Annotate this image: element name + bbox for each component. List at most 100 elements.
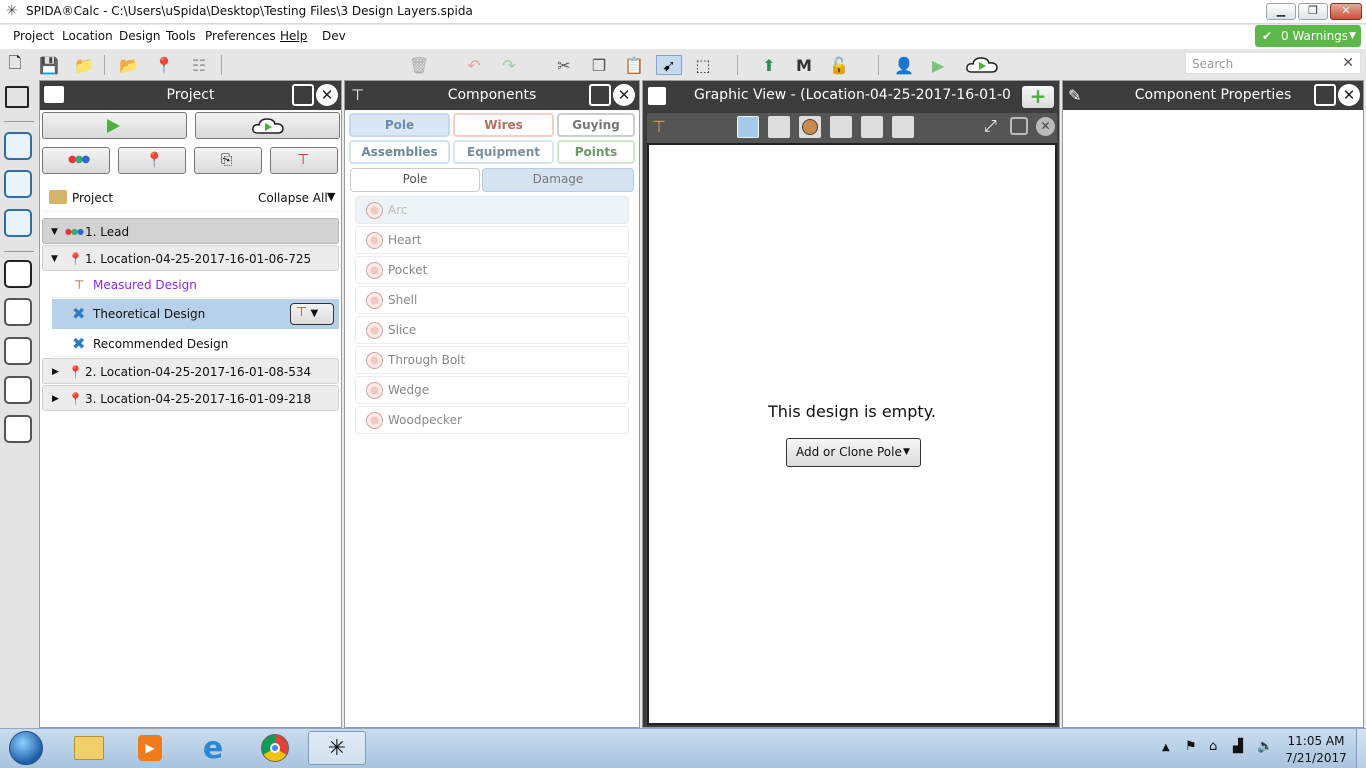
menu-location[interactable]: Location bbox=[62, 29, 113, 43]
new-file-icon[interactable]: 🗋 bbox=[4, 53, 26, 75]
subtab-pole[interactable]: Pole bbox=[350, 168, 480, 192]
warnings-button[interactable]: ✔ 0 Warnings ▼ bbox=[1255, 25, 1361, 47]
subtab-damage[interactable]: Damage bbox=[482, 168, 634, 192]
restore-button[interactable]: ❐ bbox=[1298, 3, 1328, 20]
crop-select-icon[interactable]: ⬚ bbox=[692, 55, 714, 75]
show-hidden-icons[interactable]: ▲ bbox=[1162, 742, 1170, 753]
tab-equipment[interactable]: Equipment bbox=[453, 140, 554, 164]
popout-icon[interactable] bbox=[292, 84, 314, 106]
tab-assemblies[interactable]: Assemblies bbox=[349, 140, 450, 164]
menu-preferences[interactable]: Preferences bbox=[205, 29, 276, 43]
expand-triangle-right-icon[interactable]: ▶ bbox=[52, 386, 59, 412]
graphic-canvas[interactable]: This design is empty. Add or Clone Pole … bbox=[647, 143, 1057, 725]
project-view-icon[interactable] bbox=[4, 132, 32, 160]
popout-icon[interactable] bbox=[1010, 117, 1028, 135]
add-location-icon[interactable]: 📍 bbox=[153, 55, 175, 75]
save-icon[interactable]: 💾 bbox=[38, 55, 60, 75]
design-layer-dropdown[interactable]: ⊤ ▼ bbox=[290, 303, 334, 325]
search-input[interactable]: Search bbox=[1192, 57, 1233, 71]
volume-icon[interactable]: 🔈 bbox=[1257, 739, 1273, 754]
undo-icon[interactable]: ↶ bbox=[463, 55, 485, 75]
add-lead-button[interactable]: ●●● bbox=[42, 147, 110, 174]
menu-help[interactable]: Help bbox=[280, 29, 307, 43]
tab-guying[interactable]: Guying bbox=[557, 113, 635, 137]
menu-dev[interactable]: Dev bbox=[322, 29, 346, 43]
clock-time[interactable]: 11:05 AM bbox=[1284, 734, 1348, 748]
location-row[interactable]: ▶ 📍 3. Location-04-25-2017-16-01-09-218 bbox=[42, 385, 339, 411]
damage-item-pocket[interactable]: Pocket bbox=[355, 256, 629, 284]
close-panel-icon[interactable]: ✕ bbox=[316, 84, 338, 106]
popout-icon[interactable] bbox=[1314, 84, 1336, 106]
delete-pole-button[interactable]: ⊤ bbox=[270, 147, 338, 174]
design-row-theoretical[interactable]: ✖ Theoretical Design ⊤ ▼ bbox=[52, 299, 339, 329]
popout-icon[interactable] bbox=[589, 84, 611, 106]
top-view-toggle-icon[interactable] bbox=[799, 116, 821, 138]
import-button[interactable]: ⎘ bbox=[194, 147, 262, 174]
damage-item-arc[interactable]: Arc bbox=[355, 196, 629, 224]
tab-wires[interactable]: Wires bbox=[453, 113, 554, 137]
3d-view-toggle-icon[interactable] bbox=[768, 116, 790, 138]
damage-item-slice[interactable]: Slice bbox=[355, 316, 629, 344]
location-row[interactable]: ▼ 📍 1. Location-04-25-2017-16-01-06-725 bbox=[42, 245, 339, 271]
paste-icon[interactable]: 📋 bbox=[623, 55, 645, 75]
spidacalc-taskbar-icon[interactable]: ✳ bbox=[308, 731, 366, 765]
flag-icon[interactable]: ⚑ bbox=[1185, 739, 1197, 754]
add-or-clone-pole-button[interactable]: Add or Clone Pole ▼ bbox=[786, 438, 921, 467]
report-view-toggle-icon[interactable] bbox=[892, 116, 914, 138]
add-location-button[interactable]: 📍 bbox=[118, 147, 186, 174]
menu-project[interactable]: Project bbox=[13, 29, 54, 43]
close-panel-icon[interactable]: ✕ bbox=[1338, 84, 1360, 106]
damage-item-woodpecker[interactable]: Woodpecker bbox=[355, 406, 629, 434]
file-explorer-icon[interactable] bbox=[69, 731, 109, 765]
close-button[interactable]: ✕ bbox=[1330, 3, 1362, 20]
redo-icon[interactable]: ↷ bbox=[498, 55, 520, 75]
design-row-recommended[interactable]: ✖ Recommended Design bbox=[52, 331, 339, 357]
edit-view-icon[interactable] bbox=[4, 209, 32, 237]
run-button[interactable] bbox=[42, 112, 187, 139]
copy-icon[interactable]: ❐ bbox=[588, 55, 610, 75]
photo-view-toggle-icon[interactable] bbox=[861, 116, 883, 138]
close-panel-icon[interactable]: ✕ bbox=[613, 84, 635, 106]
open-folder-icon[interactable]: 📁 bbox=[73, 55, 95, 75]
clock-date[interactable]: 7/21/2017 bbox=[1284, 751, 1348, 765]
user-network-icon[interactable]: 👤 bbox=[893, 55, 915, 75]
menu-tools[interactable]: Tools bbox=[166, 29, 196, 43]
internet-explorer-icon[interactable]: e bbox=[193, 731, 233, 766]
damage-item-through-bolt[interactable]: Through Bolt bbox=[355, 346, 629, 374]
cloud-run-icon[interactable] bbox=[965, 55, 999, 75]
expand-triangle-icon[interactable]: ▼ bbox=[51, 219, 58, 245]
damage-item-shell[interactable]: Shell bbox=[355, 286, 629, 314]
menu-design[interactable]: Design bbox=[119, 29, 160, 43]
media-player-icon[interactable]: ▶ bbox=[130, 731, 170, 765]
damage-item-heart[interactable]: Heart bbox=[355, 226, 629, 254]
notes-edit-icon[interactable] bbox=[4, 415, 32, 443]
collapse-all-button[interactable]: Collapse All bbox=[258, 191, 328, 205]
cut-icon[interactable]: ✂ bbox=[553, 55, 575, 75]
location-row[interactable]: ▶ 📍 2. Location-04-25-2017-16-01-08-534 bbox=[42, 358, 339, 384]
run-analysis-icon[interactable]: ▶ bbox=[927, 55, 949, 75]
add-pole-icon[interactable]: ☷ bbox=[188, 55, 210, 75]
tab-points[interactable]: Points bbox=[557, 140, 635, 164]
components-view-icon[interactable] bbox=[4, 170, 32, 198]
network-signal-icon[interactable]: ▟ bbox=[1233, 739, 1243, 754]
chrome-icon[interactable] bbox=[255, 731, 295, 765]
select-tool-icon[interactable]: ➹ bbox=[656, 55, 682, 75]
collapse-triangle-icon[interactable]: ▼ bbox=[327, 190, 335, 203]
start-button[interactable] bbox=[6, 729, 46, 767]
expand-triangle-icon[interactable]: ▼ bbox=[51, 246, 58, 272]
show-desktop-button[interactable] bbox=[1356, 729, 1366, 768]
lead-row[interactable]: ▼ ●●● 1. Lead bbox=[42, 218, 339, 244]
project-root-row[interactable]: Project Collapse All ▼ bbox=[42, 184, 339, 212]
graphic-view-icon[interactable] bbox=[4, 260, 32, 288]
list-view-icon[interactable] bbox=[4, 298, 32, 326]
tab-pole[interactable]: Pole bbox=[349, 113, 450, 137]
pole-view-toggle-icon[interactable] bbox=[737, 116, 759, 138]
delete-icon[interactable]: 🗑 bbox=[408, 55, 430, 75]
search-box[interactable]: Search ✕ bbox=[1185, 52, 1361, 74]
damage-item-wedge[interactable]: Wedge bbox=[355, 376, 629, 404]
open-project-icon[interactable]: 📂 bbox=[118, 55, 140, 75]
report-chart-icon[interactable] bbox=[4, 376, 32, 404]
design-row-measured[interactable]: ⊤ Measured Design bbox=[52, 272, 339, 298]
expand-triangle-right-icon[interactable]: ▶ bbox=[52, 359, 59, 385]
device-icon[interactable]: ⌂ bbox=[1209, 739, 1217, 754]
